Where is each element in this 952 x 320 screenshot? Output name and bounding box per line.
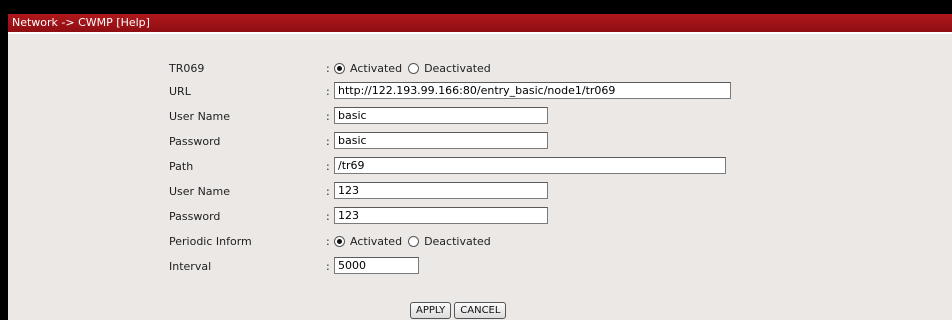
cpe-password-input[interactable] [334,207,548,224]
colon: : [326,260,330,273]
periodic-deactivated-label: Deactivated [424,234,491,248]
periodic-deactivated-radio[interactable] [408,235,420,247]
acs-password-input[interactable] [334,132,548,149]
tr069-deactivated-radio[interactable] [408,62,420,74]
colon: : [326,85,330,98]
cwmp-form: TR069 : Activated Deactivated URL : User… [8,34,952,320]
path-label: Path [169,160,194,173]
colon: : [326,160,330,173]
interval-input[interactable] [334,257,419,274]
cpe-password-label: Password [169,210,221,223]
interval-row: Interval : [8,257,952,277]
colon: : [326,235,330,248]
acs-username-label: User Name [169,110,231,123]
url-input[interactable] [334,82,731,99]
cancel-button[interactable]: CANCEL [454,302,507,319]
cwmp-page: Network -> CWMP [Help] TR069 : Activated… [8,14,952,320]
tr069-radio-group: Activated Deactivated [334,60,497,76]
periodic-inform-label: Periodic Inform [169,235,252,248]
colon: : [326,210,330,223]
tr069-deactivated-label: Deactivated [424,61,491,75]
tr069-activated-label: Activated [350,61,403,75]
periodic-inform-radio-group: Activated Deactivated [334,233,497,249]
periodic-activated-label: Activated [350,234,403,248]
apply-button[interactable]: APPLY [410,302,452,319]
page-title: Network -> CWMP [Help] [8,14,952,32]
acs-username-row: User Name : [8,107,952,127]
path-row: Path : [8,157,952,177]
cpe-username-row: User Name : [8,182,952,202]
periodic-inform-row: Periodic Inform : Activated Deactivated [8,232,952,252]
url-row: URL : [8,82,952,102]
path-input[interactable] [334,157,726,174]
tr069-activated-radio[interactable] [334,62,345,74]
acs-username-input[interactable] [334,107,548,124]
acs-password-label: Password [169,135,221,148]
tr069-label: TR069 [169,62,205,75]
acs-password-row: Password : [8,132,952,152]
interval-label: Interval [169,260,212,273]
cpe-username-label: User Name [169,185,231,198]
colon: : [326,185,330,198]
colon: : [326,110,330,123]
cpe-password-row: Password : [8,207,952,227]
tr069-row: TR069 : Activated Deactivated [8,59,952,79]
url-label: URL [169,85,191,98]
periodic-activated-radio[interactable] [334,235,345,247]
form-buttons: APPLY CANCEL [410,302,507,319]
cpe-username-input[interactable] [334,182,548,199]
colon: : [326,62,330,75]
colon: : [326,135,330,148]
